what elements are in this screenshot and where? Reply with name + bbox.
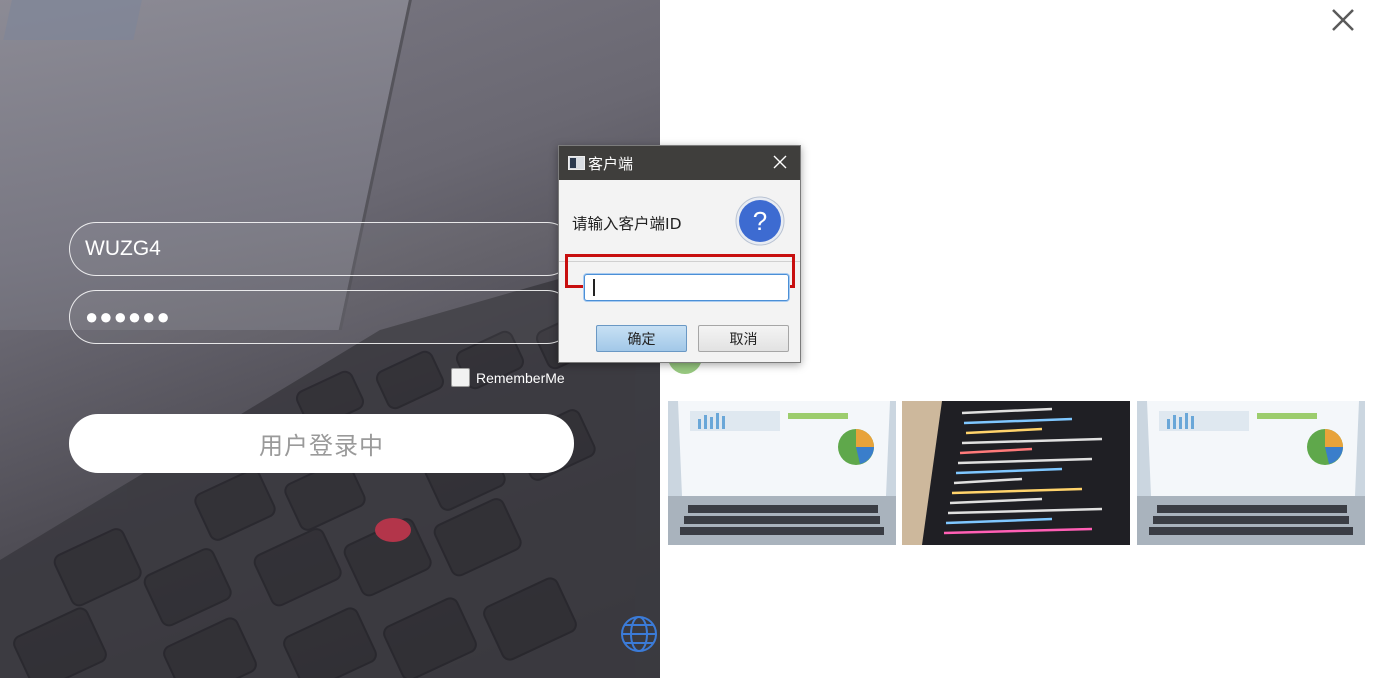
- password-field[interactable]: ●●●●●●: [69, 290, 574, 344]
- dialog-message: 请输入客户端ID: [572, 215, 682, 233]
- cancel-button-label: 取消: [729, 331, 758, 348]
- client-id-dialog: 客户端 请输入客户端ID ? 确定 取消: [558, 145, 801, 363]
- svg-text:?: ?: [753, 206, 767, 236]
- login-button[interactable]: 用户登录中: [69, 414, 574, 473]
- question-icon: ?: [735, 196, 785, 246]
- thumbnail-analytics-2[interactable]: [1137, 401, 1365, 545]
- remember-me-checkbox[interactable]: RememberMe: [451, 368, 565, 387]
- text-caret: [593, 279, 595, 296]
- globe-icon[interactable]: [619, 614, 659, 654]
- login-window: WUZG4 ●●●●●● RememberMe 用户登录中 客户端 请输入客户端…: [0, 0, 1376, 678]
- ok-button[interactable]: 确定: [596, 325, 687, 352]
- cancel-button[interactable]: 取消: [698, 325, 789, 352]
- dialog-close-icon[interactable]: [772, 154, 788, 170]
- dialog-title: 客户端: [588, 154, 634, 173]
- remember-me-label: RememberMe: [476, 369, 565, 386]
- username-value: WUZG4: [85, 237, 161, 260]
- app-icon: [568, 156, 585, 170]
- thumbnail-analytics-1[interactable]: [668, 401, 896, 545]
- login-button-label: 用户登录中: [259, 432, 384, 460]
- username-field[interactable]: WUZG4: [69, 222, 574, 276]
- close-icon[interactable]: [1329, 6, 1357, 34]
- ok-button-label: 确定: [627, 331, 656, 348]
- dialog-title-bar[interactable]: 客户端: [559, 146, 800, 180]
- checkbox-box[interactable]: [451, 368, 470, 387]
- client-id-input[interactable]: [584, 274, 789, 301]
- password-value: ●●●●●●: [85, 304, 171, 329]
- thumbnail-code[interactable]: [902, 401, 1130, 545]
- dialog-header: 请输入客户端ID ?: [559, 180, 800, 262]
